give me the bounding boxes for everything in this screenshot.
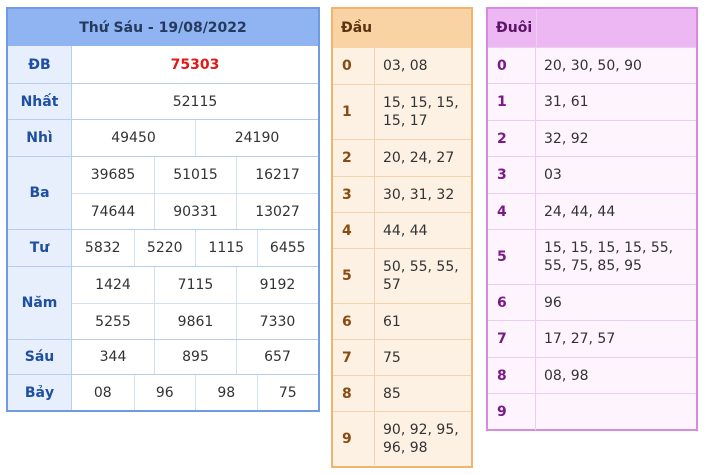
tail-digit-values: 32, 92 — [536, 120, 696, 156]
prize-number: 344 — [99, 349, 127, 365]
prize-number: 895 — [154, 340, 236, 374]
head-digit-key: 9 — [333, 411, 375, 465]
head-digit-values: 75 — [375, 339, 471, 375]
head-digit-values: 20, 24, 27 — [375, 139, 471, 176]
tail-digit-key: 8 — [488, 357, 536, 393]
head-digit-key: 8 — [333, 375, 375, 411]
head-digit-values: 15, 15, 15, 15, 17 — [375, 84, 471, 139]
prize-label-special: ĐB — [8, 46, 72, 83]
tail-digit-key: 9 — [488, 393, 536, 430]
head-digit-values: 30, 31, 32 — [375, 176, 471, 212]
prize-label-seventh: Bảy — [8, 374, 72, 410]
tail-digit-header: Đuôi — [488, 9, 536, 47]
prize-number: 75 — [256, 375, 319, 410]
tail-digit-key: 4 — [488, 193, 536, 229]
tail-digit-key: 6 — [488, 284, 536, 320]
results-table: Thứ Sáu - 19/08/2022 ĐB 75303 Nhất 52115… — [6, 7, 320, 412]
tail-digit-values: 24, 44, 44 — [536, 193, 696, 229]
prize-number: 6455 — [256, 230, 319, 266]
head-digit-values: 44, 44 — [375, 212, 471, 248]
tail-digit-values: 15, 15, 15, 15, 55, 55, 75, 85, 95 — [536, 229, 696, 284]
prize-label-sixth: Sáu — [8, 339, 72, 374]
head-digit-table: Đầu 0 03, 08 1 15, 15, 15, 15, 17 2 20, … — [331, 7, 473, 468]
prize-row-third: 39685 51015 16217 74644 90331 13027 — [72, 156, 318, 229]
prize-number: 1424 — [95, 277, 131, 293]
head-digit-values: 50, 55, 55, 57 — [375, 248, 471, 303]
prize-label-first: Nhất — [8, 83, 72, 119]
prize-row-sixth: 344 895 657 — [72, 339, 318, 374]
prize-number: 9192 — [236, 267, 318, 303]
tail-digit-values: 96 — [536, 284, 696, 320]
prize-number: 96 — [133, 375, 196, 410]
tail-digit-key: 7 — [488, 320, 536, 357]
head-digit-values: 03, 08 — [375, 47, 471, 84]
prize-number: 90331 — [154, 193, 236, 229]
head-digit-header: Đầu — [333, 9, 375, 47]
head-digit-key: 5 — [333, 248, 375, 303]
tail-digit-table: Đuôi 0 20, 30, 50, 90 1 31, 61 2 32, 92 … — [486, 7, 698, 431]
tail-digit-values: 03 — [536, 156, 696, 193]
prize-number: 657 — [236, 340, 318, 374]
tail-digit-key: 3 — [488, 156, 536, 193]
head-digit-values: 85 — [375, 375, 471, 411]
prize-number: 08 — [93, 384, 112, 401]
prize-row-fifth: 1424 7115 9192 5255 9861 7330 — [72, 266, 318, 339]
prize-label-fourth: Tư — [8, 229, 72, 266]
tail-digit-values: 17, 27, 57 — [536, 320, 696, 357]
tail-digit-values: 20, 30, 50, 90 — [536, 47, 696, 83]
tail-digit-values: 31, 61 — [536, 83, 696, 120]
prize-number: 98 — [195, 375, 257, 410]
prize-number: 75303 — [170, 56, 220, 73]
head-digit-key: 7 — [333, 339, 375, 375]
prize-row-second: 49450 24190 — [72, 119, 318, 156]
head-digit-header-blank — [375, 9, 471, 47]
tail-digit-key: 0 — [488, 47, 536, 83]
prize-row-first: 52115 — [72, 83, 318, 119]
tail-digit-key: 1 — [488, 83, 536, 120]
prize-row-seventh: 08 96 98 75 — [72, 374, 318, 410]
results-date-title: Thứ Sáu - 19/08/2022 — [8, 9, 318, 46]
head-digit-values: 90, 92, 95, 96, 98 — [375, 411, 471, 465]
prize-number: 5255 — [72, 303, 154, 339]
prize-row-fourth: 5832 5220 1115 6455 — [72, 229, 318, 266]
prize-number: 24190 — [195, 120, 318, 156]
head-digit-key: 2 — [333, 139, 375, 176]
prize-number: 5832 — [84, 240, 121, 256]
tail-digit-values: 08, 98 — [536, 357, 696, 393]
prize-number: 5220 — [133, 230, 196, 266]
prize-number: 7115 — [154, 267, 236, 303]
head-digit-key: 3 — [333, 176, 375, 212]
prize-number: 49450 — [111, 130, 156, 146]
head-digit-key: 0 — [333, 47, 375, 84]
prize-number: 13027 — [236, 193, 318, 229]
prize-number: 1115 — [195, 230, 257, 266]
prize-number: 52115 — [172, 93, 218, 110]
prize-number: 51015 — [154, 157, 236, 193]
prize-row-special: 75303 — [72, 46, 318, 83]
prize-label-second: Nhì — [8, 119, 72, 156]
prize-number: 39685 — [90, 167, 136, 183]
head-digit-key: 1 — [333, 84, 375, 139]
tail-digit-header-blank — [536, 9, 696, 47]
head-digit-key: 6 — [333, 303, 375, 339]
prize-number: 74644 — [72, 193, 154, 229]
prize-label-fifth: Năm — [8, 266, 72, 339]
tail-digit-key: 5 — [488, 229, 536, 284]
prize-number: 9861 — [154, 303, 236, 339]
prize-number: 7330 — [236, 303, 318, 339]
tail-digit-values — [536, 393, 696, 430]
prize-number: 16217 — [236, 157, 318, 193]
head-digit-values: 61 — [375, 303, 471, 339]
head-digit-key: 4 — [333, 212, 375, 248]
prize-label-third: Ba — [8, 156, 72, 229]
tail-digit-key: 2 — [488, 120, 536, 156]
